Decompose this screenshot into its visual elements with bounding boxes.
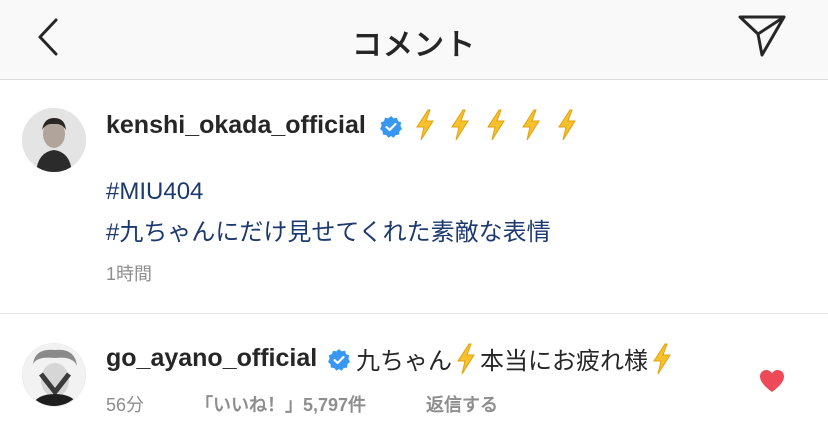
page-title: コメント xyxy=(352,29,476,62)
heart-icon[interactable] xyxy=(758,368,786,394)
lightning-icon xyxy=(557,109,576,141)
profile-photo-icon xyxy=(23,344,85,406)
comment-timestamp: 56分 xyxy=(106,395,145,415)
likes-count-link[interactable]: 「いいね！」5,797件 xyxy=(195,391,366,417)
paper-plane-icon xyxy=(738,15,786,57)
comment-item: go_ayano_official 九ちゃん 本当にお疲れ様 56分 「いいね！… xyxy=(0,314,828,442)
post-caption: kenshi_okada_official #MIU404 #九ちゃんにだけ見せ… xyxy=(0,81,828,313)
send-button[interactable] xyxy=(734,10,790,60)
lightning-icon xyxy=(451,109,470,141)
hashtag-link[interactable]: #MIU404 xyxy=(106,178,203,206)
comment-text-part: 九ちゃん xyxy=(356,348,452,375)
emoji-group xyxy=(413,109,586,143)
reply-button[interactable]: 返信する xyxy=(426,391,498,417)
comment-text: 九ちゃん 本当にお疲れ様 xyxy=(356,341,676,376)
comment-text-part: 本当にお疲れ様 xyxy=(480,348,648,375)
avatar[interactable] xyxy=(22,108,86,172)
lightning-icon xyxy=(653,343,671,374)
profile-photo-icon xyxy=(22,108,86,172)
header-bar: コメント xyxy=(0,0,828,80)
verified-badge-icon xyxy=(380,116,402,138)
caption-timestamp: 1時間 xyxy=(106,264,153,284)
lightning-icon xyxy=(486,109,505,141)
caption-username[interactable]: kenshi_okada_official xyxy=(106,111,366,140)
lightning-icon xyxy=(416,109,434,141)
lightning-icon xyxy=(522,109,541,141)
lightning-icon xyxy=(457,343,475,374)
hashtag-link[interactable]: #九ちゃんにだけ見せてくれた素敵な表情 xyxy=(106,212,551,247)
verified-badge-icon xyxy=(328,349,350,371)
comment-username[interactable]: go_ayano_official xyxy=(106,344,317,373)
avatar[interactable] xyxy=(22,343,86,407)
